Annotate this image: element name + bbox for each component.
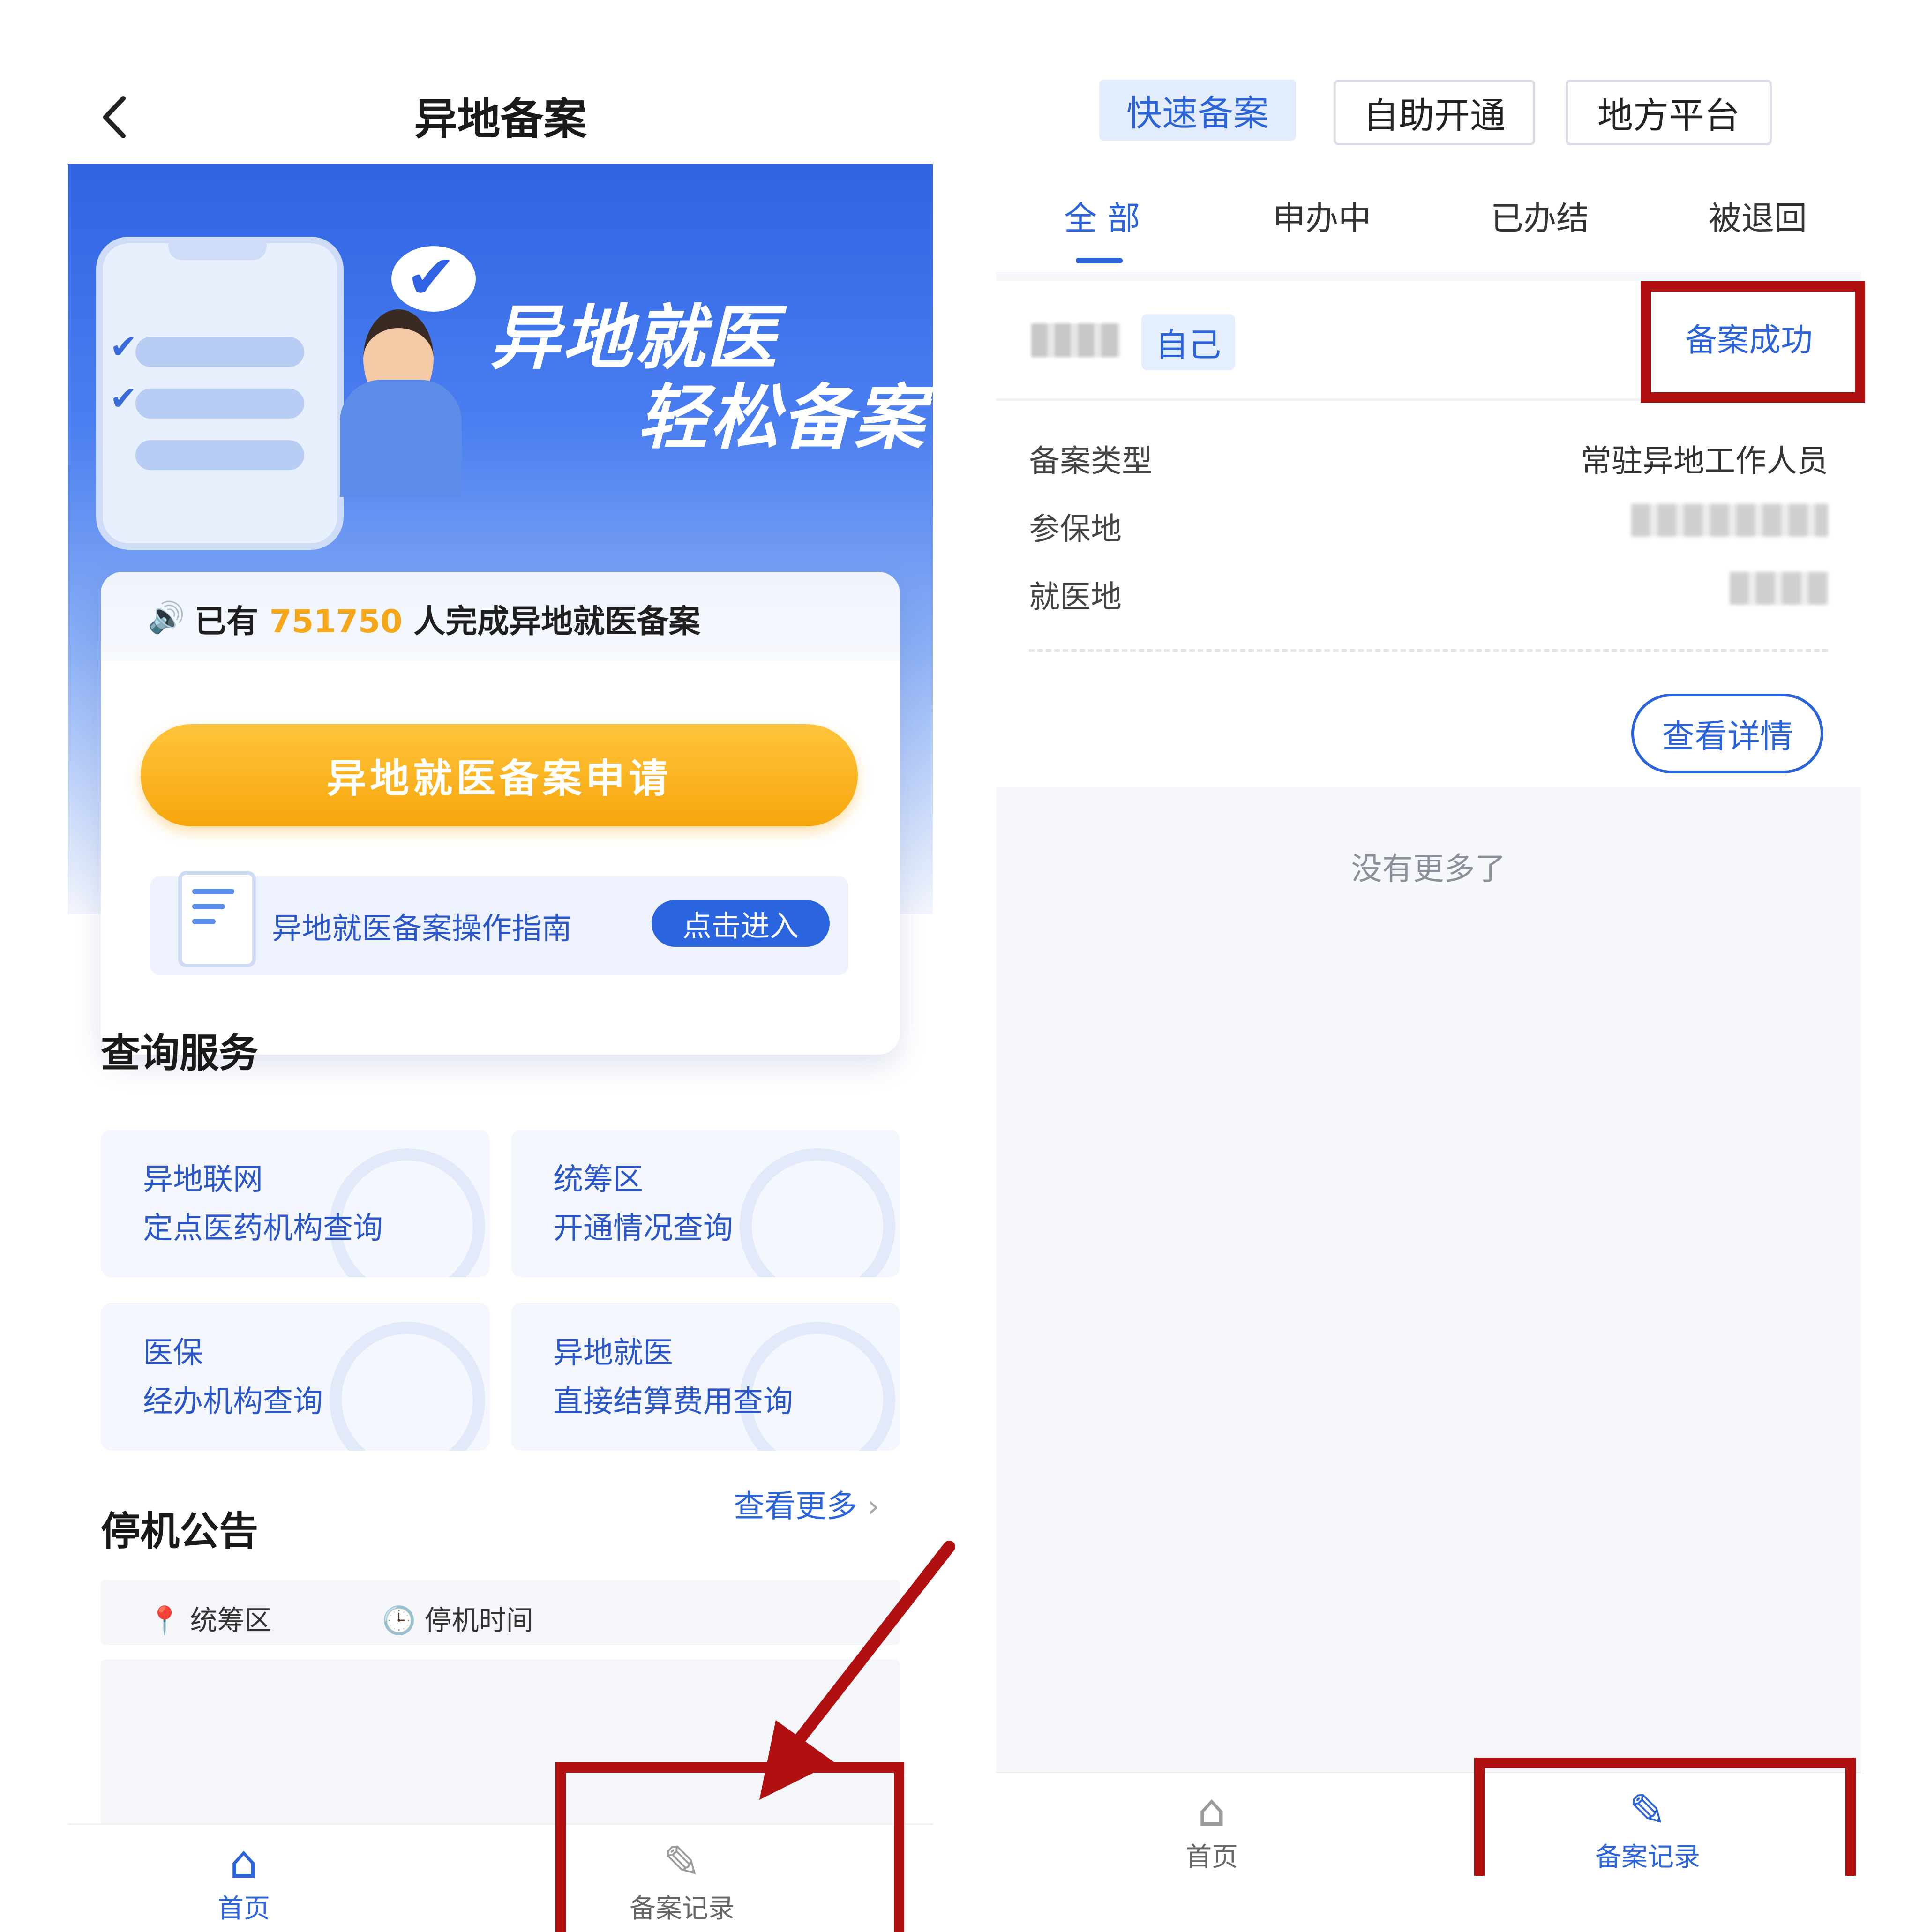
field-value-type: 常驻异地工作人员 — [1581, 443, 1828, 479]
apply-button[interactable]: 异地就医备案申请 — [141, 724, 858, 826]
hero-banner: ✔ ✔ ✔ 异地就医 轻松备案 🔊 已有 751750 人完成异地就医备案 异地… — [68, 164, 933, 1055]
highlight-records-tab — [1474, 1758, 1856, 1876]
apply-card: 🔊 已有 751750 人完成异地就医备案 异地就医备案申请 异地就医备案操作指… — [101, 572, 900, 1055]
service-tile-settlement[interactable]: 异地就医 直接结算费用查询 — [511, 1303, 900, 1451]
tab-home[interactable]: ⌂ 首页 — [1113, 1787, 1310, 1874]
redacted-name — [1031, 323, 1120, 357]
no-more-text: 没有更多了 — [1351, 851, 1506, 887]
segment-local-platform[interactable]: 地方平台 — [1566, 80, 1772, 145]
completed-count: 751750 — [269, 603, 403, 640]
notice-bar: 🔊 已有 751750 人完成异地就医备案 — [101, 572, 900, 661]
announcement-title: 停机公告 — [101, 1508, 259, 1554]
redacted-insured-place — [1631, 504, 1828, 537]
filter-returned[interactable]: 被退回 — [1709, 192, 1807, 240]
relation-tag: 自己 — [1141, 314, 1235, 370]
query-section-title: 查询服务 — [101, 1030, 259, 1076]
home-icon: ⌂ — [1197, 1784, 1226, 1837]
filter-all[interactable]: 全 部 — [1064, 192, 1140, 240]
right-screen: 快速备案 自助开通 地方平台 全 部 申办中 已办结 被退回 自己 备案成功 备… — [996, 56, 1865, 1876]
service-tile-network[interactable]: 异地联网 定点医药机构查询 — [101, 1130, 490, 1277]
view-details-button[interactable]: 查看详情 — [1631, 694, 1823, 773]
field-label-insured-place: 参保地 — [1029, 511, 1122, 547]
active-filter-indicator — [1076, 258, 1123, 263]
document-icon — [178, 871, 256, 967]
tab-home[interactable]: ⌂ 首页 — [145, 1839, 342, 1925]
filter-completed[interactable]: 已办结 — [1491, 192, 1589, 240]
hero-line-2: 轻松备案 — [638, 377, 927, 459]
layers-icon — [330, 1322, 485, 1451]
segment-quick-filing[interactable]: 快速备案 — [1099, 80, 1296, 141]
page-title: 异地备案 — [414, 94, 587, 144]
speaker-icon: 🔊 — [148, 600, 185, 635]
column-region: 📍 统筹区 — [148, 1604, 272, 1636]
divider — [1029, 649, 1828, 652]
service-tile-region[interactable]: 统筹区 开通情况查询 — [511, 1130, 900, 1277]
enter-guide-button[interactable]: 点击进入 — [652, 900, 830, 947]
location-icon — [740, 1148, 895, 1277]
column-downtime: 🕒 停机时间 — [382, 1604, 533, 1636]
notice-text: 已有 751750 人完成异地就医备案 — [195, 603, 701, 640]
chevron-right-icon: › — [867, 1488, 880, 1524]
guide-label: 异地就医备案操作指南 — [272, 912, 572, 946]
field-label-treatment-place: 就医地 — [1029, 579, 1122, 615]
field-label-type: 备案类型 — [1029, 443, 1153, 479]
phone-illustration: ✔ ✔ — [96, 237, 344, 550]
left-screen: 异地备案 ✔ ✔ ✔ 异地就医 轻松备案 🔊 已有 751750 人完成异地就医… — [68, 56, 955, 1932]
segment-self-service[interactable]: 自助开通 — [1334, 80, 1535, 145]
service-tile-agency[interactable]: 医保 经办机构查询 — [101, 1303, 490, 1451]
highlight-status — [1641, 281, 1865, 403]
filter-in-progress[interactable]: 申办中 — [1273, 192, 1371, 240]
guide-banner[interactable]: 异地就医备案操作指南 点击进入 — [150, 871, 848, 975]
highlight-records-tab — [555, 1762, 904, 1932]
home-icon: ⌂ — [229, 1836, 258, 1888]
clock-icon: 🕒 — [382, 1604, 416, 1636]
person-illustration — [330, 309, 466, 497]
view-more-link[interactable]: 查看更多 › — [734, 1481, 879, 1526]
location-pin-icon: 📍 — [148, 1604, 182, 1636]
redacted-treatment-place — [1730, 572, 1828, 605]
